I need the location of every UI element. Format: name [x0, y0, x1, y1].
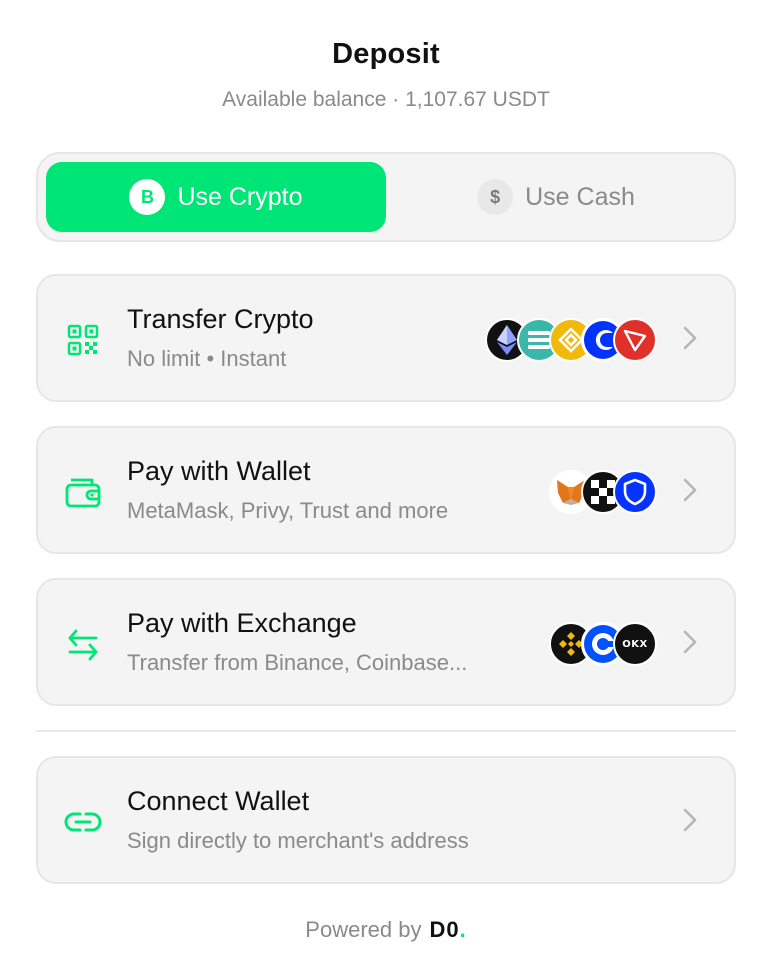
- link-icon: [64, 804, 102, 840]
- dollar-icon: $: [477, 179, 514, 215]
- chevron-right-icon: [683, 478, 697, 502]
- supported-exchanges-logos: OKX: [549, 622, 657, 666]
- chevron-right-icon: [683, 630, 697, 654]
- payment-method-toggle: B Use Crypto $ Use Cash: [36, 152, 736, 242]
- use-cash-label: Use Cash: [525, 182, 635, 211]
- option-title: Connect Wallet: [127, 786, 310, 816]
- tron-logo: [613, 318, 657, 362]
- qr-code-icon: [64, 322, 102, 358]
- supported-wallets-logos: [549, 470, 657, 514]
- chevron-right-icon: [683, 326, 697, 350]
- option-title: Pay with Wallet: [127, 456, 311, 486]
- pay-with-exchange-option[interactable]: Pay with Exchange Transfer from Binance,…: [36, 578, 736, 706]
- option-subtitle: Sign directly to merchant's address: [127, 828, 469, 853]
- brand-name: D0: [429, 917, 460, 942]
- swap-arrows-icon: [64, 626, 102, 662]
- powered-by-footer: Powered by D0.: [0, 917, 772, 943]
- powered-by-label: Powered by: [305, 917, 422, 942]
- trust-wallet-logo: [613, 470, 657, 514]
- supported-chains-logos: [485, 318, 657, 362]
- option-subtitle: No limit • Instant: [127, 346, 287, 371]
- use-cash-button[interactable]: $ Use Cash: [386, 162, 726, 232]
- brand-logo[interactable]: D0.: [429, 917, 466, 942]
- use-crypto-button[interactable]: B Use Crypto: [46, 162, 386, 232]
- okx-logo: OKX: [613, 622, 657, 666]
- use-crypto-label: Use Crypto: [177, 182, 303, 211]
- option-title: Transfer Crypto: [127, 304, 314, 334]
- option-subtitle: Transfer from Binance, Coinbase...: [127, 650, 468, 675]
- connect-wallet-option[interactable]: Connect Wallet Sign directly to merchant…: [36, 756, 736, 884]
- chevron-right-icon: [683, 808, 697, 832]
- transfer-crypto-option[interactable]: Transfer Crypto No limit • Instant: [36, 274, 736, 402]
- option-title: Pay with Exchange: [127, 608, 357, 638]
- pay-with-wallet-option[interactable]: Pay with Wallet MetaMask, Privy, Trust a…: [36, 426, 736, 554]
- section-divider: [36, 730, 736, 732]
- option-subtitle: MetaMask, Privy, Trust and more: [127, 498, 449, 523]
- brand-dot: .: [459, 917, 467, 942]
- bitcoin-icon: B: [129, 179, 166, 215]
- okx-logo-text: OKX: [622, 638, 648, 650]
- wallet-icon: [64, 474, 102, 510]
- page-title: Deposit: [332, 38, 440, 70]
- available-balance: Available balance · 1,107.67 USDT: [222, 88, 550, 111]
